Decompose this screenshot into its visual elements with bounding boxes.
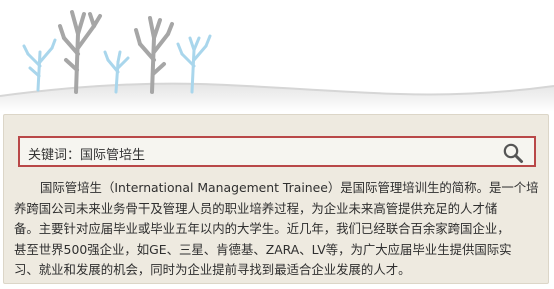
description-line: 习、就业和发展的机会，同时为企业提前寻找到最适合企业发展的人才。 (14, 262, 411, 277)
tree-gray-medium (134, 16, 174, 94)
tree-gray-large (58, 10, 102, 94)
winter-trees-banner (0, 10, 554, 112)
content-panel: 关键词：国际管培生 国际管培生（International Management… (3, 114, 549, 284)
search-box[interactable]: 关键词：国际管培生 (18, 136, 536, 167)
page: 关键词：国际管培生 国际管培生（International Management… (0, 0, 554, 289)
description-line: 养跨国公司未来业务骨干及管理人员的职业培养过程，为企业未来高管提供充足的人才储 (14, 200, 498, 216)
search-icon[interactable] (502, 142, 524, 164)
tree-blue-left (22, 38, 57, 92)
description-line: 甚至世界500强企业，如GE、三星、肯德基、ZARA、LV等，为广大应届毕业生提… (14, 241, 512, 257)
description-line: 国际管培生（International Management Trainee）是… (40, 180, 539, 195)
search-keyword: 国际管培生 (80, 148, 146, 163)
description-text: 国际管培生（International Management Trainee）是… (14, 178, 542, 281)
search-prefix-label: 关键词： (28, 148, 81, 163)
search-input[interactable]: 关键词：国际管培生 (28, 144, 145, 163)
description-line: 备。主要针对应届毕业或毕业五年以内的大学生。近几年，我们已经联合百余家跨国企业， (14, 221, 510, 236)
